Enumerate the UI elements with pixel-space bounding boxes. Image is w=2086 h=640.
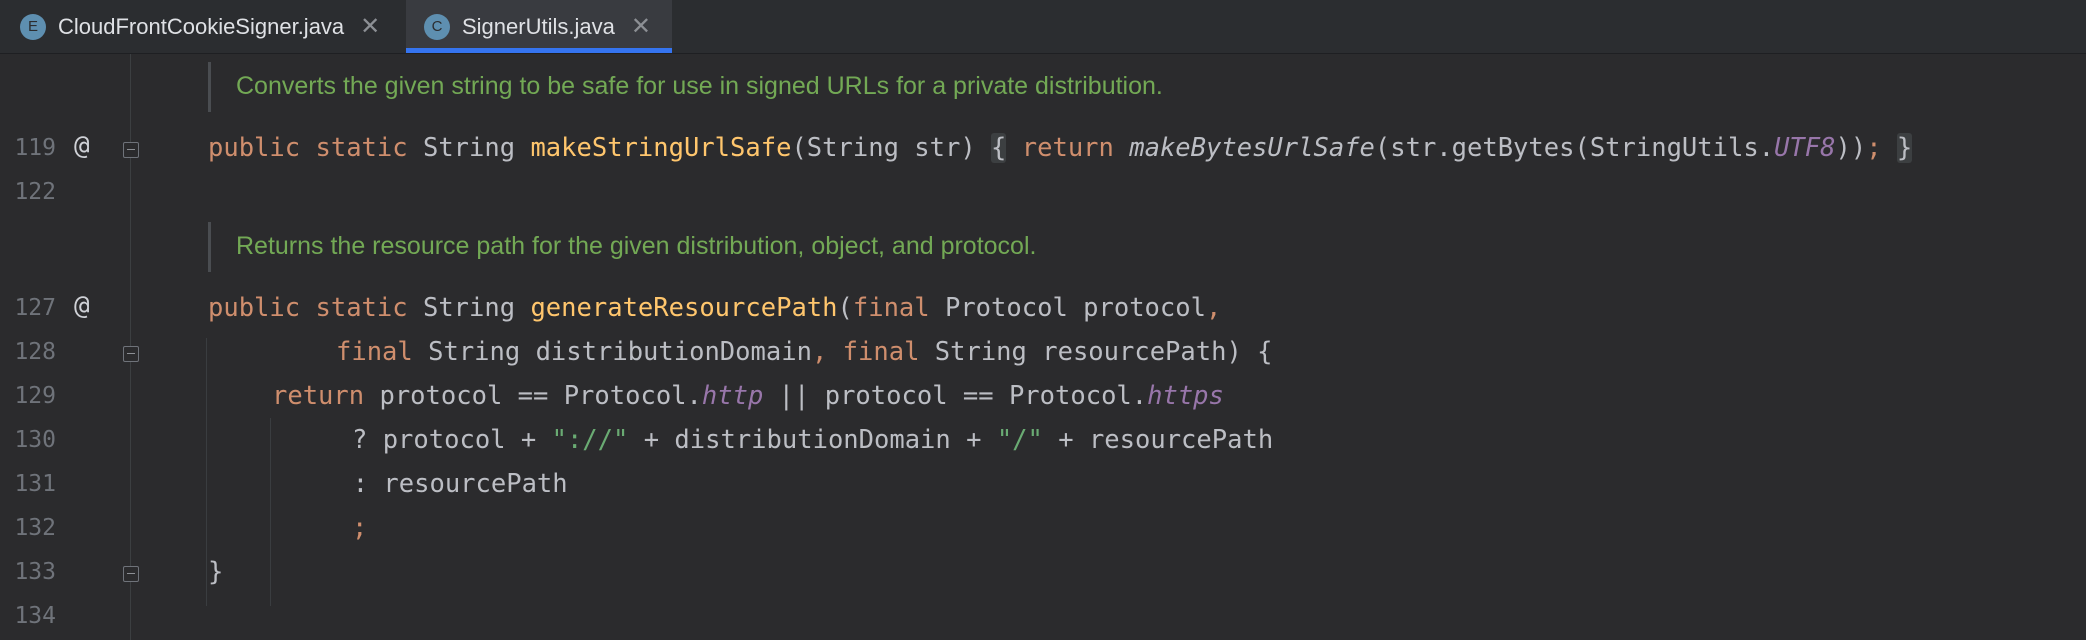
code-line-119: public static String makeStringUrlSafe(S… [208, 133, 1913, 163]
line-number: 119 [14, 135, 56, 161]
doc-comment: Returns the resource path for the given … [236, 232, 1037, 260]
close-icon[interactable]: ✕ [631, 12, 651, 41]
doc-comment-bar [208, 62, 211, 112]
doc-comment-bar [208, 222, 211, 272]
code-line-128: final String distributionDomain, final S… [336, 337, 1273, 367]
tab-cloudfrontcookiesigner[interactable]: E CloudFrontCookieSigner.java ✕ [0, 0, 404, 53]
line-number: 122 [14, 179, 56, 205]
line-number: 134 [14, 603, 56, 629]
line-number: 131 [14, 471, 56, 497]
code-line-130: ? protocol + "://" + distributionDomain … [352, 425, 1274, 455]
enum-file-icon: E [20, 13, 46, 40]
line-number: 133 [14, 559, 56, 585]
override-marker-icon[interactable]: @ [74, 291, 90, 321]
fold-expand-icon[interactable] [123, 142, 139, 158]
close-icon[interactable]: ✕ [360, 12, 380, 41]
active-tab-indicator [406, 48, 672, 53]
indent-guide [270, 418, 271, 606]
fold-collapse-icon[interactable] [123, 566, 139, 582]
line-number: 130 [14, 427, 56, 453]
line-number: 129 [14, 383, 56, 409]
code-line-133: } [208, 557, 224, 587]
fold-collapse-icon[interactable] [123, 346, 139, 362]
doc-comment: Converts the given string to be safe for… [236, 72, 1163, 100]
line-number: 128 [14, 339, 56, 365]
line-number: 132 [14, 515, 56, 541]
indent-guide [206, 338, 207, 606]
code-editor[interactable]: Converts the given string to be safe for… [0, 54, 2086, 640]
code-line-132: ; [352, 513, 368, 543]
tab-signerutils[interactable]: C SignerUtils.java ✕ [406, 0, 672, 53]
code-line-127: public static String generateResourcePat… [208, 293, 1222, 323]
line-number: 127 [14, 295, 56, 321]
override-marker-icon[interactable]: @ [74, 131, 90, 161]
tab-label: SignerUtils.java [462, 13, 615, 39]
editor-tab-bar: E CloudFrontCookieSigner.java ✕ C Signer… [0, 0, 2086, 54]
code-line-131: : resourcePath [322, 469, 568, 499]
code-line-129: return protocol == Protocol.http || prot… [272, 381, 1224, 411]
tab-label: CloudFrontCookieSigner.java [58, 13, 345, 39]
class-file-icon: C [424, 13, 450, 40]
